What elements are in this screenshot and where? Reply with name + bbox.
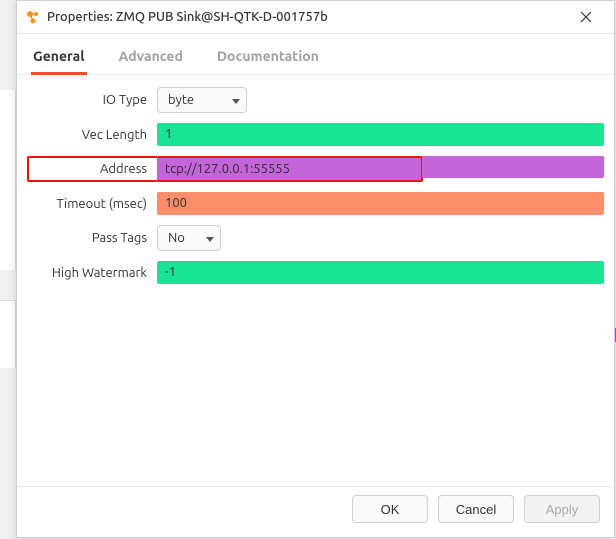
chevron-down-icon (206, 231, 214, 245)
row-pass-tags: Pass Tags No (27, 225, 604, 251)
pass-tags-dropdown[interactable]: No (157, 225, 221, 251)
label-timeout: Timeout (msec) (27, 197, 157, 211)
tab-documentation[interactable]: Documentation (215, 44, 321, 75)
label-high-watermark: High Watermark (27, 266, 157, 280)
label-pass-tags: Pass Tags (27, 231, 157, 245)
io-type-value: byte (168, 93, 194, 107)
row-address: Address tcp://127.0.0.1:55555 (27, 156, 604, 182)
row-vec-length: Vec Length 1 (27, 123, 604, 146)
vec-length-field[interactable]: 1 (157, 123, 604, 146)
window-title: Properties: ZMQ PUB Sink@SH-QTK-D-001757… (47, 10, 566, 24)
tab-advanced[interactable]: Advanced (117, 44, 185, 75)
tab-general[interactable]: General (31, 44, 87, 75)
io-type-dropdown[interactable]: byte (157, 87, 247, 113)
background-window-fragment (0, 90, 16, 270)
row-io-type: IO Type byte (27, 87, 604, 113)
background-window-fragment (0, 300, 16, 368)
tab-bar: General Advanced Documentation (17, 34, 614, 75)
ok-button[interactable]: OK (352, 495, 428, 523)
high-watermark-field[interactable]: -1 (157, 261, 604, 284)
app-icon (25, 9, 41, 25)
cancel-button[interactable]: Cancel (438, 495, 514, 523)
row-timeout: Timeout (msec) 100 (27, 192, 604, 215)
properties-dialog: Properties: ZMQ PUB Sink@SH-QTK-D-001757… (16, 0, 615, 538)
dialog-buttons: OK Cancel Apply (17, 486, 614, 537)
row-high-watermark: High Watermark -1 (27, 261, 604, 284)
form-area: IO Type byte Vec Length 1 Address tcp://… (17, 75, 614, 486)
label-io-type: IO Type (27, 93, 157, 107)
label-address: Address (27, 156, 157, 182)
close-icon (580, 11, 592, 23)
pass-tags-value: No (168, 231, 185, 245)
chevron-down-icon (232, 93, 240, 107)
address-field[interactable]: tcp://127.0.0.1:55555 (157, 156, 423, 182)
address-field-tail[interactable] (422, 156, 604, 178)
timeout-field[interactable]: 100 (157, 192, 604, 215)
label-vec-length: Vec Length (27, 128, 157, 142)
apply-button[interactable]: Apply (524, 495, 600, 523)
titlebar: Properties: ZMQ PUB Sink@SH-QTK-D-001757… (17, 1, 614, 34)
close-button[interactable] (566, 2, 606, 32)
